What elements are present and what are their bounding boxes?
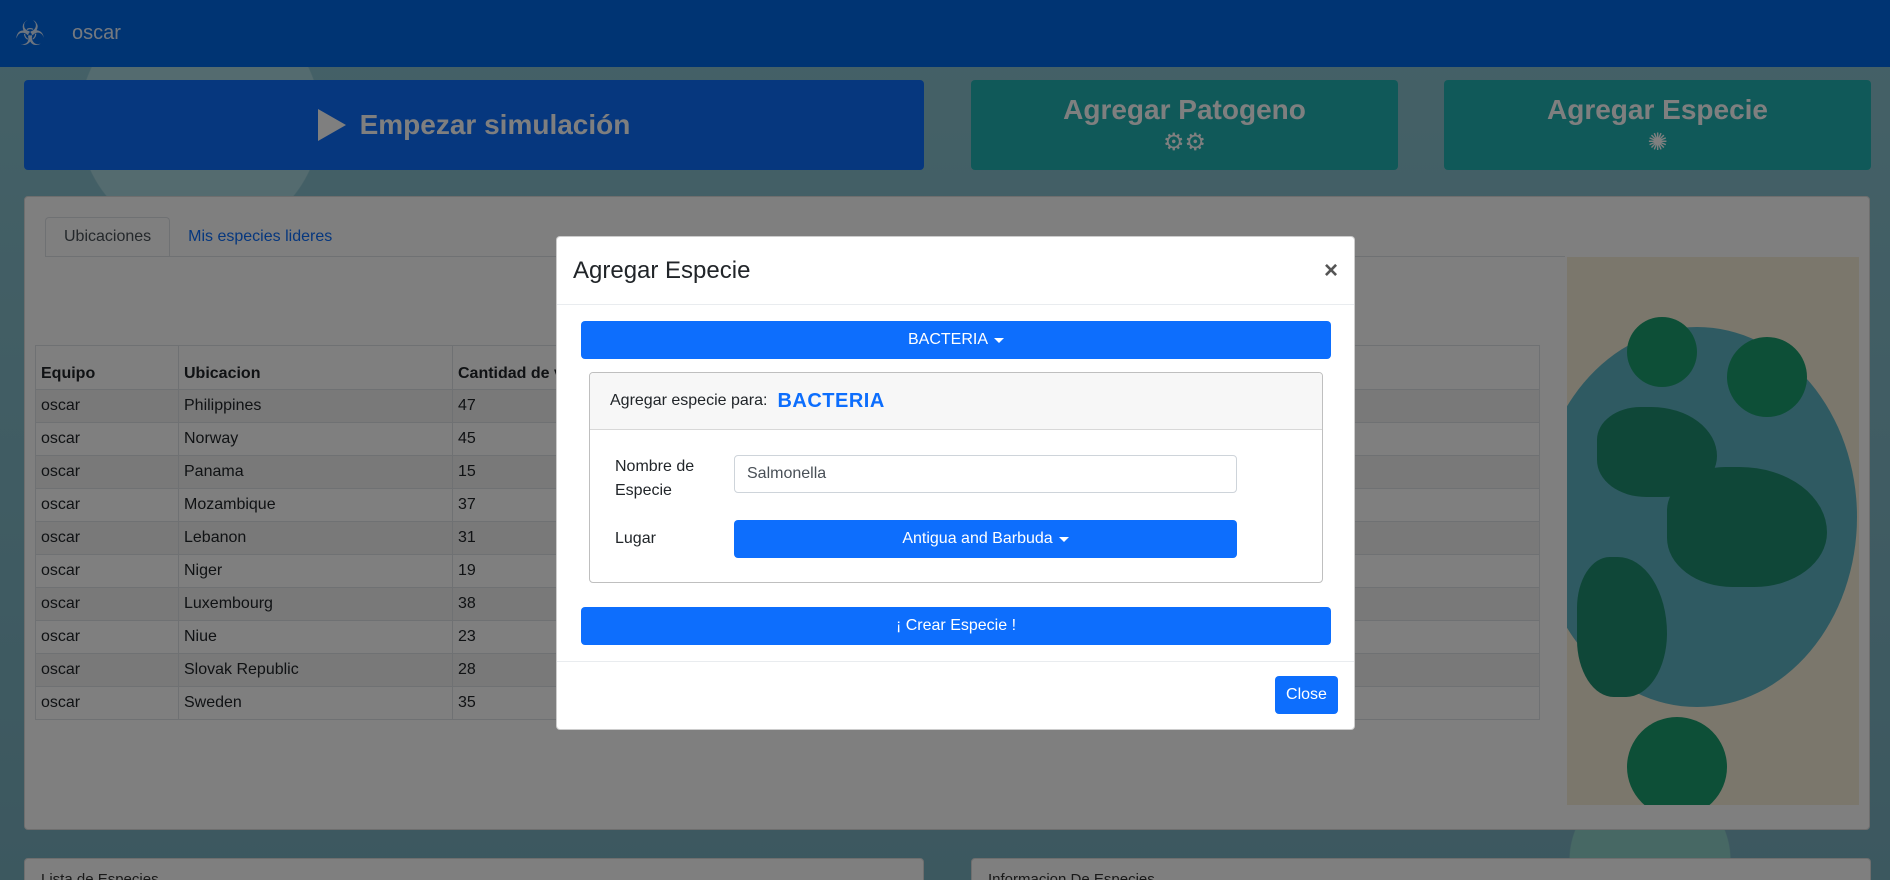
modal-footer: Close [557, 661, 1354, 729]
lugar-label: Lugar [615, 530, 656, 547]
chevron-down-icon [994, 337, 1004, 343]
species-form-header-label: Agregar especie para: [610, 392, 768, 409]
close-button[interactable]: Close [1275, 676, 1338, 714]
species-name-input[interactable] [734, 455, 1237, 493]
species-form-card: Agregar especie para: BACTERIA Nombre de… [589, 372, 1323, 583]
create-species-button[interactable]: ¡ Crear Especie ! [581, 607, 1331, 645]
lugar-dropdown[interactable]: Antigua and Barbuda [734, 520, 1237, 558]
species-name-label-line2: Especie [615, 482, 672, 499]
modal-title: Agregar Especie [573, 256, 751, 284]
chevron-down-icon [1058, 536, 1069, 542]
lugar-dropdown-label: Antigua and Barbuda [902, 530, 1053, 547]
selected-pathogen: BACTERIA [777, 389, 885, 412]
species-form-header: Agregar especie para: BACTERIA [590, 373, 1322, 430]
pathogen-dropdown-label: BACTERIA [907, 331, 988, 348]
close-icon[interactable]: × [1324, 257, 1338, 285]
pathogen-dropdown[interactable]: BACTERIA [581, 321, 1331, 359]
modal-header: Agregar Especie × [557, 237, 1354, 305]
add-species-modal: Agregar Especie × BACTERIA Agregar espec… [556, 236, 1355, 730]
species-name-label: Nombre de Especie [615, 455, 694, 503]
species-name-label-line1: Nombre de [615, 458, 695, 475]
